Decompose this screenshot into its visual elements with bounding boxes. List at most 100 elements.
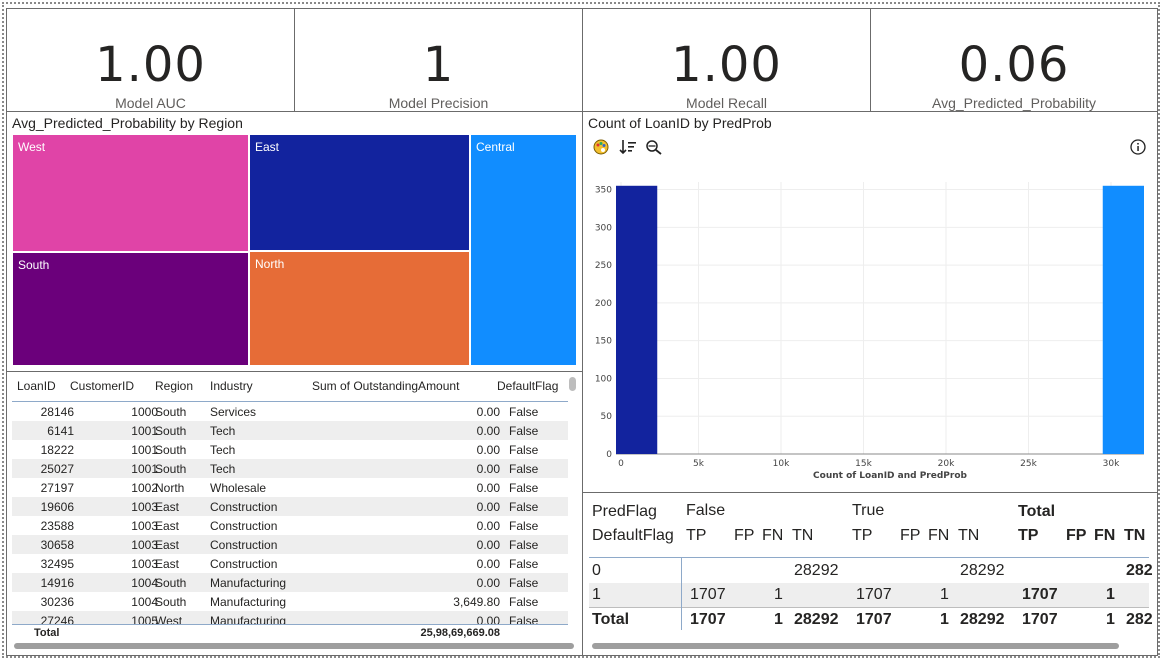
matrix-cell: 1707 — [856, 586, 892, 603]
kpi-card-avg-prob[interactable]: 0.06 Avg_Predicted_Probability — [870, 8, 1158, 112]
cell-region: East — [155, 519, 180, 533]
cell-industry: Construction — [210, 519, 278, 533]
treemap-cell-west[interactable]: West — [12, 134, 249, 252]
kpi-card-recall[interactable]: 1.00 Model Recall — [582, 8, 871, 112]
matrix-cell: 1707 — [856, 611, 892, 628]
table-row[interactable]: 32495 1003 East Construction 0.00 False — [12, 554, 568, 573]
matrix-subcol-header[interactable]: FN — [762, 527, 783, 545]
matrix-row-label[interactable]: 0 — [592, 562, 601, 580]
zoom-icon[interactable] — [645, 139, 663, 160]
cell-loanid: 19606 — [40, 500, 74, 514]
column-header-loanid[interactable]: LoanID — [17, 379, 56, 393]
matrix-cell: 1 — [774, 611, 783, 628]
column-header-defaultflag[interactable]: DefaultFlag — [497, 379, 558, 393]
matrix-subcol-header[interactable]: TN — [1124, 527, 1145, 545]
table-row[interactable]: 18222 1001 South Tech 0.00 False — [12, 440, 568, 459]
matrix-cell: 1 — [774, 586, 783, 603]
table-row[interactable]: 6141 1001 South Tech 0.00 False — [12, 421, 568, 440]
table-row[interactable]: 23588 1003 East Construction 0.00 False — [12, 516, 568, 535]
matrix-horizontal-scrollbar[interactable] — [592, 643, 1119, 649]
cell-industry: Construction — [210, 538, 278, 552]
sort-icon[interactable] — [619, 139, 637, 160]
cell-defaultflag: False — [509, 424, 539, 438]
y-tick-label: 200 — [595, 299, 612, 309]
matrix-group-total[interactable]: Total — [1018, 503, 1055, 521]
x-tick-label: 20k — [938, 459, 955, 469]
matrix-subcol-header[interactable]: FN — [1094, 527, 1115, 545]
histogram-chart: 0 50 100 150 200 250 300 350 0 5k 10k 15k 20k 25k 30k C… — [595, 182, 1144, 481]
cell-customerid: 1001 — [131, 462, 158, 476]
matrix-row-label[interactable]: Total — [592, 611, 629, 629]
kpi-card-auc[interactable]: 1.00 Model AUC — [6, 8, 295, 112]
loans-table: LoanID CustomerID Region Industry Sum of… — [12, 374, 568, 641]
cell-outstanding: 0.00 — [476, 462, 500, 476]
matrix-group-true[interactable]: True — [852, 502, 884, 520]
cell-customerid: 1000 — [131, 405, 158, 419]
total-value: 25,98,69,669.08 — [420, 627, 500, 639]
matrix-subcol-header[interactable]: TP — [686, 527, 706, 545]
table-horizontal-scrollbar[interactable] — [14, 643, 574, 649]
cell-outstanding: 0.00 — [476, 443, 500, 457]
table-row[interactable]: 14916 1004 South Manufacturing 0.00 False — [12, 573, 568, 592]
table-row[interactable]: 19606 1003 East Construction 0.00 False — [12, 497, 568, 516]
treemap-cell-south[interactable]: South — [12, 252, 249, 366]
treemap-cell-central[interactable]: Central — [470, 134, 577, 366]
kpi-value: 1.00 — [671, 37, 782, 93]
kpi-value: 1.00 — [95, 37, 206, 93]
column-header-customerid[interactable]: CustomerID — [70, 379, 134, 393]
matrix-subcol-header[interactable]: TP — [1018, 527, 1038, 545]
table-row[interactable]: 27197 1002 North Wholesale 0.00 False — [12, 478, 568, 497]
treemap-label: Central — [476, 140, 515, 154]
y-tick-label: 250 — [595, 261, 612, 271]
matrix-subcol-header[interactable]: TN — [792, 527, 813, 545]
cell-customerid: 1003 — [131, 557, 158, 571]
treemap-cell-north[interactable]: North — [249, 251, 470, 366]
matrix-cell: 282 — [1126, 562, 1153, 579]
total-label: Total — [34, 627, 60, 639]
cell-outstanding: 0.00 — [476, 500, 500, 514]
palette-icon[interactable] — [593, 139, 609, 160]
table-row[interactable]: 30658 1003 East Construction 0.00 False — [12, 535, 568, 554]
matrix-subcol-header[interactable]: TP — [852, 527, 872, 545]
cell-defaultflag: False — [509, 462, 539, 476]
matrix-subcol-header[interactable]: FP — [900, 527, 920, 545]
x-tick-label: 5k — [693, 459, 705, 469]
treemap-cell-east[interactable]: East — [249, 134, 470, 251]
cell-customerid: 1004 — [131, 595, 158, 609]
kpi-label: Model AUC — [115, 95, 186, 111]
matrix-row-label[interactable]: 1 — [592, 586, 601, 604]
table-vertical-scrollbar[interactable] — [569, 377, 576, 391]
kpi-card-precision[interactable]: 1 Model Precision — [294, 8, 583, 112]
matrix-subcol-header[interactable]: FP — [734, 527, 754, 545]
table-row[interactable]: 25027 1001 South Tech 0.00 False — [12, 459, 568, 478]
matrix-subcol-header[interactable]: FN — [928, 527, 949, 545]
column-header-industry[interactable]: Industry — [210, 379, 253, 393]
x-tick-label: 25k — [1020, 459, 1037, 469]
bar-1 — [1102, 185, 1144, 454]
table-row[interactable]: 27246 1005 West Manufacturing 0.00 False — [12, 611, 568, 624]
matrix-cell: 1 — [940, 611, 949, 628]
cell-industry: Manufacturing — [210, 576, 287, 590]
treemap-area: West East Central South North — [12, 134, 577, 366]
matrix-subcol-header[interactable]: TN — [958, 527, 979, 545]
x-tick-label: 30k — [1103, 459, 1120, 469]
matrix-subcol-header[interactable]: FP — [1066, 527, 1086, 545]
column-header-region[interactable]: Region — [155, 379, 193, 393]
cell-defaultflag: False — [509, 576, 539, 590]
cell-industry: Services — [210, 405, 257, 419]
table-row[interactable]: 30236 1004 South Manufacturing 3,649.80 False — [12, 592, 568, 611]
matrix-cell: 1 — [1106, 611, 1115, 628]
column-header-outstanding[interactable]: Sum of OutstandingAmount — [312, 379, 459, 393]
y-tick-label: 100 — [595, 374, 612, 384]
cell-region: South — [155, 424, 187, 438]
cell-region: South — [155, 443, 187, 457]
matrix-group-false[interactable]: False — [686, 502, 725, 520]
x-axis-title: Count of LoanID and PredProb — [813, 471, 967, 481]
table-body: 28146 1000 South Services 0.00 False 6141 1001 S… — [12, 402, 568, 624]
table-header: LoanID CustomerID Region Industry Sum of… — [12, 374, 568, 402]
y-tick-label: 50 — [601, 412, 613, 422]
table-row[interactable]: 28146 1000 South Services 0.00 False — [12, 402, 568, 421]
cell-customerid: 1001 — [131, 443, 158, 457]
confusion-matrix: PredFlag DefaultFlag False True Total TP… — [584, 496, 1154, 646]
info-icon[interactable] — [1130, 139, 1146, 160]
